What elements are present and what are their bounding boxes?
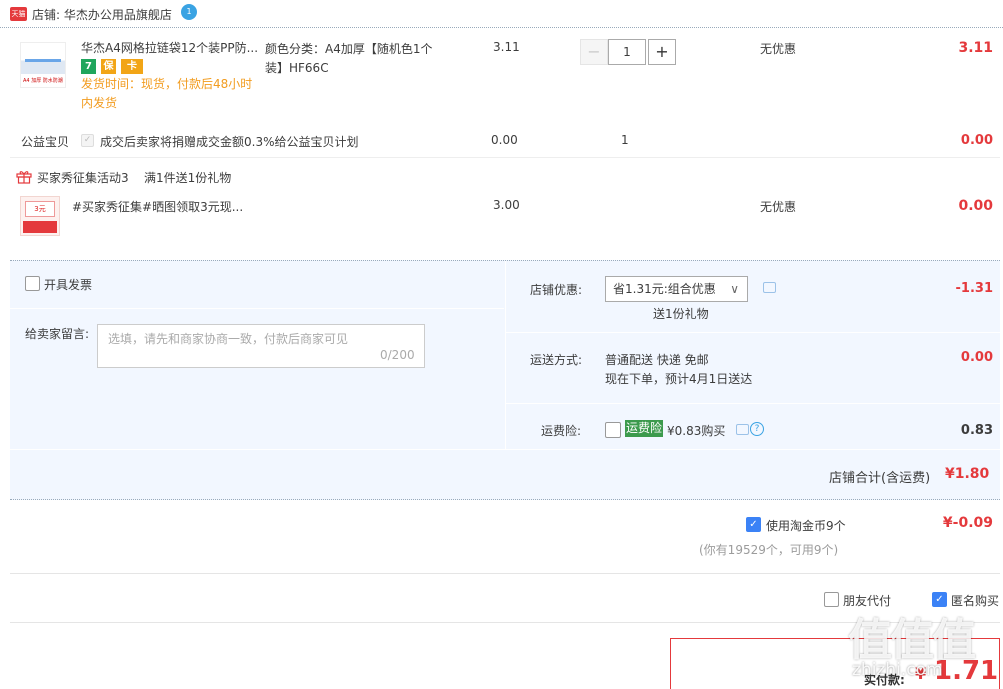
- insurance-tag: 运费险: [625, 420, 664, 437]
- insurance-label: 运费险:: [541, 424, 582, 438]
- coins-note: (你有19529个，可用9个): [699, 543, 839, 557]
- insurance-value: 0.83: [960, 423, 993, 438]
- invoice-checkbox[interactable]: [25, 276, 40, 291]
- shipping-value: 0.00: [960, 350, 993, 365]
- insurance-checkbox[interactable]: [605, 422, 621, 438]
- charity-text: 成交后卖家将捐赠成交金额0.3%给公益宝贝计划: [100, 135, 359, 149]
- item-sku: 颜色分类：A4加厚【随机色1个装】HF66C: [265, 42, 433, 75]
- ship-time-note: 发货时间：现货，付款后48小时内发货: [81, 77, 253, 110]
- shop-discount-select[interactable]: 省1.31元:组合优惠 ∨: [605, 276, 748, 302]
- chat-bubble-icon[interactable]: [763, 282, 776, 293]
- chevron-down-icon: ∨: [730, 282, 739, 296]
- gift-activity-title: 买家秀征集活动3: [37, 171, 129, 185]
- charity-subtotal: 0.00: [960, 133, 993, 148]
- charity-label: 公益宝贝: [21, 135, 70, 149]
- chat-bubble-icon[interactable]: [736, 424, 749, 435]
- coins-value: ¥-0.09: [942, 515, 993, 531]
- message-char-count: 0/200: [380, 348, 415, 362]
- coins-checkbox[interactable]: ✓: [746, 517, 761, 532]
- gift-activity-rule: 满1件送1份礼物: [144, 171, 232, 185]
- divider: [10, 157, 1000, 158]
- insurance-price: ¥0.83购买: [667, 424, 726, 438]
- gift-item-title[interactable]: #买家秀征集#晒图领取3元现...: [72, 198, 243, 215]
- gift-item-price: 3.00: [493, 198, 520, 212]
- thumbnail-caption: A4 加厚 防水防潮: [23, 78, 63, 84]
- gift-item-subtotal: 0.00: [958, 198, 993, 214]
- store-total-label: 店铺合计(含运费): [829, 471, 931, 486]
- shop-discount-gift-note: 送1份礼物: [653, 307, 709, 321]
- shipping-eta: 现在下单，预计4月1日送达: [605, 372, 753, 386]
- seven-day-return-icon: 7: [81, 59, 96, 74]
- divider: [505, 332, 1000, 333]
- item-unit-price: 3.11: [493, 40, 520, 54]
- shop-discount-label: 店铺优惠:: [530, 283, 583, 297]
- shipping-method: 普通配送 快递 免邮: [605, 353, 709, 367]
- guarantee-icon: 保: [101, 59, 116, 74]
- help-icon[interactable]: ?: [750, 422, 764, 436]
- charity-qty: 1: [621, 133, 629, 147]
- item-discount: 无优惠: [760, 42, 797, 56]
- gift-thumbnail-text: 3元: [25, 201, 55, 217]
- quantity-increase-button[interactable]: +: [648, 39, 676, 65]
- item-thumbnail[interactable]: A4 加厚 防水防潮: [20, 42, 66, 88]
- wangwang-chat-icon[interactable]: 1: [181, 4, 197, 20]
- watermark-site: zhizhi.com: [852, 660, 943, 680]
- item-title-link[interactable]: 华杰A4网格拉链袋12个装PP防...: [81, 40, 259, 56]
- divider: [10, 449, 1000, 450]
- shop-discount-value: -1.31: [955, 281, 993, 296]
- item-subtotal: 3.11: [958, 40, 993, 56]
- shipping-label: 运送方式:: [530, 353, 583, 367]
- message-placeholder: 选填，请先和商家协商一致，付款后商家可见: [108, 332, 349, 346]
- gift-item-discount: 无优惠: [760, 200, 797, 214]
- invoice-label[interactable]: 开具发票: [44, 276, 92, 293]
- divider: [505, 403, 1000, 404]
- charity-price: 0.00: [491, 133, 518, 147]
- divider: [10, 573, 1000, 574]
- friend-pay-checkbox[interactable]: [824, 592, 839, 607]
- gift-thumbnail[interactable]: 3元: [20, 196, 60, 236]
- charity-checkbox: ✓: [81, 134, 94, 147]
- card-payment-icon: 卡: [121, 59, 143, 74]
- shop-discount-selected: 省1.31元:组合优惠: [613, 282, 716, 296]
- store-total-value: ¥1.80: [945, 466, 990, 482]
- quantity-input[interactable]: 1: [608, 39, 646, 65]
- watermark-logo: 值值值: [848, 615, 976, 666]
- divider: [10, 308, 504, 309]
- quantity-decrease-button[interactable]: −: [580, 39, 608, 65]
- tmall-badge-icon: 天猫: [10, 7, 27, 21]
- store-name-link[interactable]: 店铺: 华杰办公用品旗舰店: [32, 6, 172, 23]
- message-label: 给卖家留言:: [25, 327, 90, 341]
- coins-label[interactable]: 使用淘金币9个: [766, 517, 846, 534]
- gift-icon: [16, 171, 32, 184]
